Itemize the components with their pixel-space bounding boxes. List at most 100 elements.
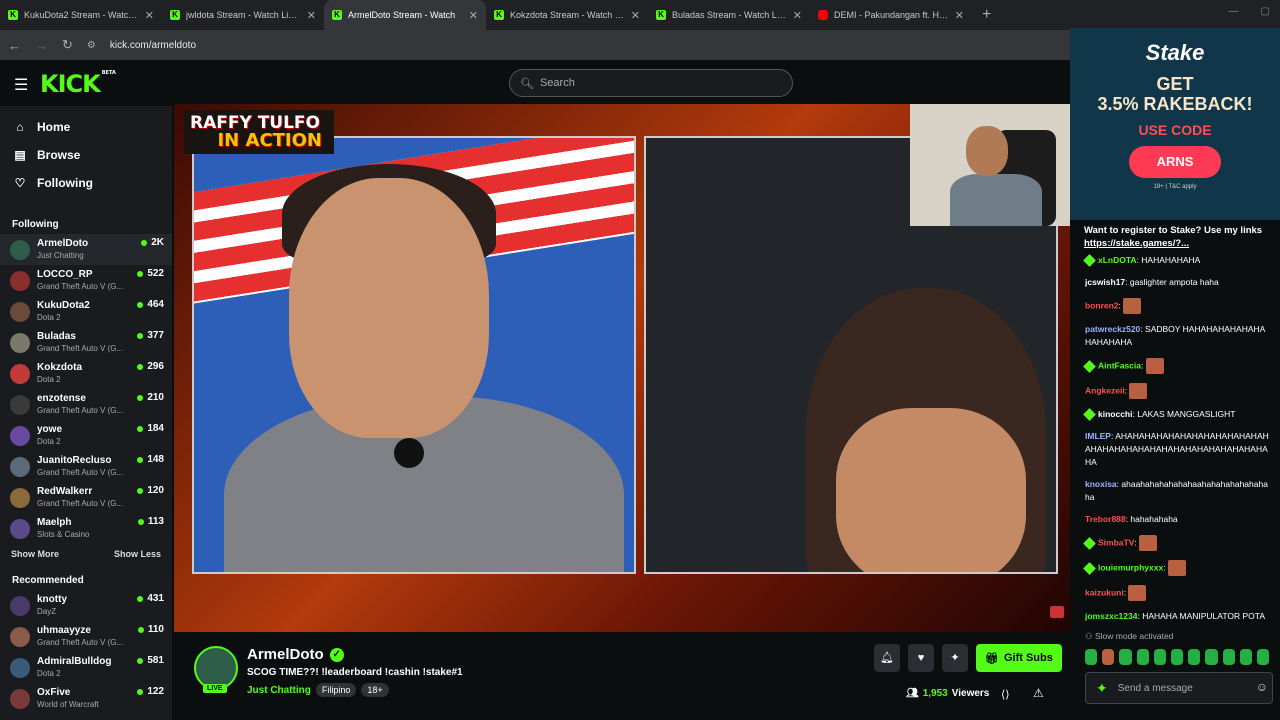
video-player[interactable]: RAFFY TULFO IN ACTION <box>174 104 1070 632</box>
sidebar-channel-item[interactable]: yowe Dota 2 184 <box>0 420 172 451</box>
browser-tab[interactable]: K ArmelDoto Stream - Watch ✕ <box>324 0 486 30</box>
browser-tab[interactable]: K Kokzdota Stream - Watch Live ✕ <box>486 0 648 30</box>
sidebar-channel-item[interactable]: RedWalkerr Grand Theft Auto V (G... 120 <box>0 482 172 513</box>
emote-icon[interactable] <box>1170 649 1184 665</box>
stream-title: SCOG TIME??! !leaderboard !cashin !stake… <box>247 667 463 678</box>
close-icon[interactable]: ✕ <box>145 9 154 22</box>
nav-browse[interactable]: ▤ Browse <box>0 141 172 169</box>
chat-username[interactable]: kaizukuni <box>1085 587 1124 597</box>
stream-tags: Just Chatting Filipino 18+ <box>247 683 389 697</box>
sidebar-channel-item[interactable]: Buladas Grand Theft Auto V (G... 377 <box>0 327 172 358</box>
kick-favicon: K <box>170 10 180 20</box>
ad-code-button[interactable]: ARNS <box>1129 146 1221 178</box>
subscriber-badge-icon <box>1083 561 1096 575</box>
show-less-button[interactable]: Show Less <box>114 549 161 559</box>
tag-language[interactable]: Filipino <box>315 683 357 697</box>
emote-icon[interactable] <box>1205 649 1218 665</box>
report-icon[interactable]: ⚠ <box>1033 686 1044 700</box>
viewer-count: 113 <box>137 516 164 527</box>
live-dot-icon <box>137 332 144 339</box>
category-link[interactable]: Just Chatting <box>247 685 311 696</box>
sidebar-channel-item[interactable]: OxFive World of Warcraft 122 <box>0 683 172 714</box>
emoji-icon[interactable]: ☺ <box>1256 681 1268 694</box>
emote-icon[interactable] <box>1136 649 1149 665</box>
sidebar-channel-item[interactable]: Maelph Slots & Casino 113 <box>0 513 172 544</box>
browser-tab[interactable]: KBuladas Stream - Watch Live on✕ <box>648 0 810 30</box>
ad-use-code: USE CODE <box>1138 122 1212 138</box>
new-tab-button[interactable]: + <box>972 6 1001 24</box>
chat-username[interactable]: IMLEP <box>1085 431 1111 441</box>
chat-username[interactable]: Angkezeii <box>1085 385 1125 395</box>
close-icon[interactable]: ✕ <box>631 9 640 22</box>
chat-username[interactable]: xLnDOTA <box>1098 255 1137 265</box>
close-icon[interactable]: ✕ <box>469 9 478 22</box>
sidebar-channel-item[interactable]: enzotense Grand Theft Auto V (G... 210 <box>0 389 172 420</box>
chat-username[interactable]: Trebor888 <box>1085 514 1126 524</box>
chat-username[interactable]: SimbaTV <box>1098 537 1134 547</box>
tag-age[interactable]: 18+ <box>361 683 389 697</box>
url-field[interactable]: kick.com/armeldoto <box>110 40 196 51</box>
close-icon[interactable]: ✕ <box>793 9 802 22</box>
sidebar-channel-item[interactable]: JuanitoRecluso Grand Theft Auto V (G... 1… <box>0 451 172 482</box>
pinned-link[interactable]: https://stake.games/?... <box>1084 237 1270 250</box>
sidebar-channel-item[interactable]: KukuDota2 Dota 2 464 <box>0 296 172 327</box>
browser-tab[interactable]: Kjwldota Stream - Watch Live on ✕ <box>162 0 324 30</box>
browser-tab[interactable]: DEMI - Pakundangan ft. Hev Ab✕ <box>810 0 972 30</box>
emote-icon[interactable] <box>1085 649 1098 665</box>
emote-icon[interactable] <box>1188 649 1201 665</box>
emote-icon[interactable] <box>1119 649 1132 665</box>
live-dot-icon <box>137 595 144 602</box>
sparkle-icon[interactable]: ✦ <box>942 644 968 672</box>
sidebar-channel-item[interactable]: ArmelDoto Just Chatting 2K <box>0 234 172 265</box>
close-icon[interactable]: ✕ <box>955 9 964 22</box>
emote-icon[interactable] <box>1102 649 1115 665</box>
bell-icon[interactable]: 🔔︎ <box>874 644 900 672</box>
live-dot-icon <box>137 657 144 664</box>
youtube-favicon <box>818 10 828 20</box>
sidebar-channel-item[interactable]: knotty DayZ 431 <box>0 590 172 621</box>
chat-username[interactable]: AintFascia <box>1098 360 1141 370</box>
kick-logo[interactable]: KICK BETA <box>40 70 116 98</box>
back-icon[interactable]: ← <box>8 38 21 53</box>
nav-home[interactable]: ⌂ Home <box>0 113 172 141</box>
maximize-icon[interactable]: ▢ <box>1261 6 1270 17</box>
chat-username[interactable]: patwreckz520 <box>1085 324 1140 334</box>
viewer-count: 581 <box>137 655 164 666</box>
emote-icon[interactable] <box>1222 649 1235 665</box>
browser-tab[interactable]: KKukuDota2 Stream - Watch Live✕ <box>0 0 162 30</box>
forward-icon[interactable]: → <box>35 38 48 53</box>
search-input[interactable]: 🔍︎ Search <box>509 69 793 97</box>
sidebar-channel-item[interactable]: uhmaayyze Grand Theft Auto V (G... 110 <box>0 621 172 652</box>
chat-username[interactable]: louiemurphyxxx <box>1098 562 1163 572</box>
emote-icon[interactable] <box>1239 649 1252 665</box>
chat-username[interactable]: jcswish17 <box>1085 277 1125 287</box>
chat-username[interactable]: bonren2 <box>1085 300 1119 310</box>
follow-heart-icon[interactable]: ♥ <box>908 644 934 672</box>
nav-following[interactable]: ♡ Following <box>0 169 172 197</box>
avatar <box>10 332 30 353</box>
gift-subs-button[interactable]: 🎁︎ Gift Subs <box>976 644 1062 672</box>
stream-info: LIVE ArmelDoto ✓ SCOG TIME??! !leaderboa… <box>174 632 1070 720</box>
minimize-icon[interactable]: — <box>1229 6 1239 17</box>
menu-icon[interactable]: ☰ <box>14 75 28 95</box>
sidebar-channel-item[interactable]: AdmiralBulldog Dota 2 581 <box>0 652 172 683</box>
avatar <box>10 595 30 616</box>
chat-username[interactable]: kinocchi <box>1098 409 1132 419</box>
sparkle-icon: ✦ <box>1096 679 1108 696</box>
subscriber-badge-icon <box>1083 408 1096 422</box>
chat-username[interactable]: jomszxc1234 <box>1085 611 1137 621</box>
emote-icon[interactable] <box>1256 649 1270 665</box>
sidebar-channel-item[interactable]: Kokzdota Dota 2 296 <box>0 358 172 389</box>
recommended-heading: Recommended <box>12 575 84 586</box>
chat-username[interactable]: knoxisa <box>1085 479 1117 489</box>
channel-name[interactable]: ArmelDoto ✓ <box>247 646 344 663</box>
chat-input[interactable]: ✦ Send a message ☺ <box>1085 672 1273 704</box>
show-more-button[interactable]: Show More <box>11 549 59 559</box>
close-icon[interactable]: ✕ <box>307 9 316 22</box>
share-icon[interactable]: ⟨⟩ <box>1001 688 1010 701</box>
stake-ad-banner[interactable]: Stake GET 3.5% RAKEBACK! USE CODE ARNS 1… <box>1070 28 1280 220</box>
sidebar-channel-item[interactable]: LOCCO_RP Grand Theft Auto V (G... 522 <box>0 265 172 296</box>
reload-icon[interactable]: ↻ <box>62 37 73 53</box>
site-info-icon[interactable]: ⚙ <box>87 40 96 51</box>
emote-icon[interactable] <box>1153 649 1166 665</box>
